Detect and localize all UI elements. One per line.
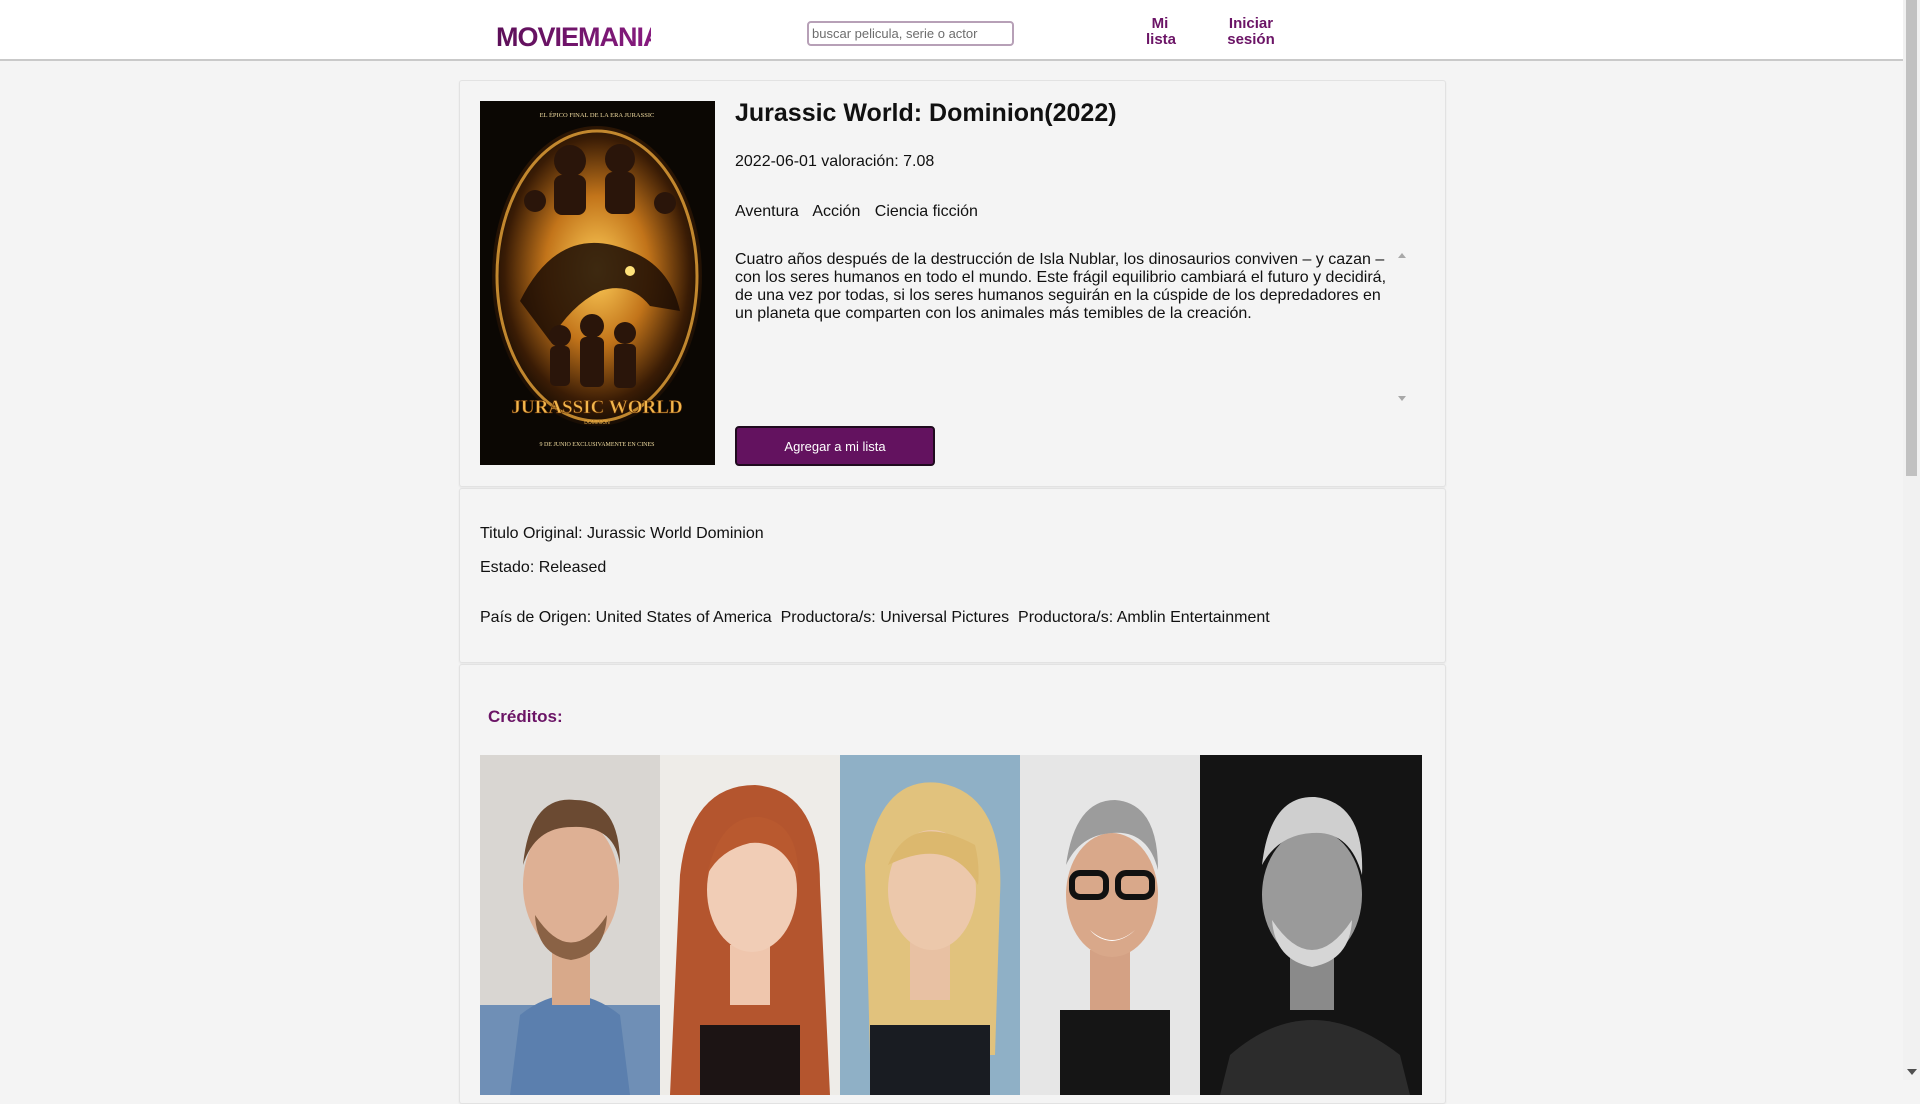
scrollbar-thumb[interactable] (1906, 0, 1917, 476)
my-list-label: Mi lista (1146, 15, 1177, 48)
movie-detail-card: EL ÉPICO FINAL DE LA ERA JURASSIC JURASS… (459, 80, 1446, 487)
scroll-up-icon[interactable] (1398, 253, 1406, 258)
cast-gallery (480, 755, 1422, 1095)
genre-tag: Ciencia ficción (874, 203, 978, 220)
movie-title: Jurassic World: Dominion(2022) (735, 99, 1117, 127)
svg-text:DOMINION: DOMINION (584, 420, 610, 426)
cast-photo[interactable] (480, 755, 660, 1095)
genre-list: Aventura Acción Ciencia ficción (735, 203, 988, 221)
svg-text:9 DE JUNIO EXCLUSIVAMENTE EN C: 9 DE JUNIO EXCLUSIVAMENTE EN CINES (539, 442, 654, 448)
add-to-list-button[interactable]: Agregar a mi lista (735, 426, 935, 466)
my-list-link[interactable]: Mi lista (1146, 15, 1177, 48)
credits-heading: Créditos: (488, 707, 563, 726)
origin-producers: País de Origen: United States of America… (480, 609, 1270, 626)
top-navigation-bar: MOVIEMANIA Mi lista Iniciar sesión (0, 0, 1903, 61)
release-rating: 2022-06-01 valoración: 7.08 (735, 153, 935, 170)
search-input[interactable] (807, 21, 1014, 46)
credits-card: Créditos: (459, 664, 1446, 1104)
cast-photo[interactable] (660, 755, 840, 1095)
svg-text:MOVIEMANIA: MOVIEMANIA (496, 22, 651, 52)
login-link[interactable]: Iniciar sesión (1220, 16, 1282, 48)
scroll-down-arrow-icon[interactable] (1907, 1069, 1917, 1075)
movie-overview: Cuatro años después de la destrucción de… (735, 251, 1387, 322)
original-title: Titulo Original: Jurassic World Dominion (480, 525, 764, 542)
scroll-down-icon[interactable] (1398, 396, 1406, 401)
page-scrollbar[interactable] (1903, 0, 1920, 1080)
movie-info-card: Titulo Original: Jurassic World Dominion… (459, 488, 1446, 663)
overview-box[interactable]: Cuatro años después de la destrucción de… (735, 251, 1407, 401)
cast-photo[interactable] (1200, 755, 1422, 1095)
login-label: Iniciar sesión (1227, 15, 1275, 48)
overview-scrollbar[interactable] (1395, 253, 1407, 401)
movie-poster: EL ÉPICO FINAL DE LA ERA JURASSIC JURASS… (480, 101, 715, 465)
cast-photo[interactable] (1020, 755, 1200, 1095)
cast-photo[interactable] (840, 755, 1020, 1095)
genre-tag: Acción (812, 203, 861, 220)
svg-text:JURASSIC WORLD: JURASSIC WORLD (511, 397, 682, 418)
moviemania-logo[interactable]: MOVIEMANIA (496, 20, 651, 54)
genre-tag: Aventura (735, 203, 799, 220)
status: Estado: Released (480, 559, 607, 576)
svg-text:EL ÉPICO FINAL DE LA ERA JURAS: EL ÉPICO FINAL DE LA ERA JURASSIC (540, 111, 655, 119)
